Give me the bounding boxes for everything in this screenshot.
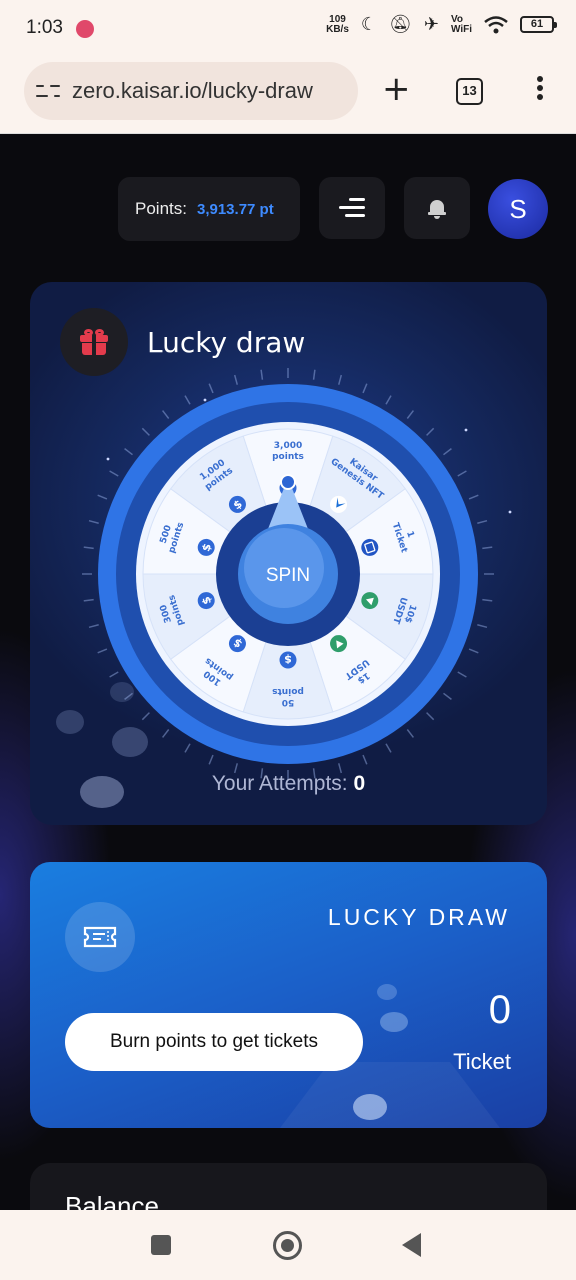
lucky-draw-card: 3,000points$KaisarGenesis NFT1Ticket10$U… bbox=[30, 282, 547, 825]
vowifi-indicator: Vo WiFi bbox=[450, 13, 472, 35]
status-icons: 109 KB/s ☾ 🔕︎ ✈ Vo WiFi 61 bbox=[326, 13, 557, 35]
ticket-card: LUCKY DRAW Burn points to get tickets 0 … bbox=[30, 862, 547, 1128]
segment-line2: points bbox=[272, 452, 304, 462]
notification-app-icon bbox=[76, 20, 94, 38]
moon-icon: ☾ bbox=[360, 14, 378, 34]
wifi-icon bbox=[484, 15, 508, 33]
notifications-button[interactable] bbox=[404, 177, 470, 239]
address-bar[interactable]: zero.kaisar.io/lucky-draw bbox=[24, 62, 358, 120]
status-time: 1:03 bbox=[26, 17, 63, 38]
menu-icon bbox=[339, 198, 365, 218]
bell-off-icon: 🔕︎ bbox=[389, 14, 412, 34]
attempts-text: Your Attempts: 0 bbox=[30, 772, 547, 796]
airplane-icon: ✈ bbox=[423, 14, 439, 34]
attempts-value: 0 bbox=[353, 772, 366, 795]
lucky-draw-title: Lucky draw bbox=[147, 326, 306, 359]
ticket-icon bbox=[83, 926, 117, 948]
site-settings-icon[interactable] bbox=[36, 81, 60, 101]
network-speed: 109 KB/s bbox=[326, 13, 349, 35]
gift-icon-badge bbox=[60, 308, 128, 376]
back-button[interactable] bbox=[402, 1233, 421, 1257]
browser-menu-button[interactable] bbox=[534, 76, 546, 106]
user-avatar[interactable]: S bbox=[488, 179, 548, 239]
menu-button[interactable] bbox=[319, 177, 385, 239]
bell-icon bbox=[428, 198, 446, 219]
points-display: Points: 3,913.77 pt bbox=[118, 177, 300, 241]
new-tab-button[interactable]: + bbox=[382, 72, 411, 106]
home-button[interactable] bbox=[273, 1231, 302, 1260]
segment-line1: 50 bbox=[282, 697, 295, 707]
browser-toolbar: zero.kaisar.io/lucky-draw + 13 bbox=[0, 58, 576, 134]
segment-line2: points bbox=[272, 686, 304, 696]
tab-switcher-button[interactable]: 13 bbox=[456, 78, 483, 105]
gift-icon bbox=[80, 329, 108, 355]
ticket-icon-badge bbox=[65, 902, 135, 972]
spin-label[interactable]: SPIN bbox=[266, 565, 310, 586]
segment-line1: 3,000 bbox=[274, 441, 302, 451]
burn-points-button[interactable]: Burn points to get tickets bbox=[65, 1013, 363, 1071]
recents-button[interactable] bbox=[151, 1235, 171, 1255]
url-text[interactable]: zero.kaisar.io/lucky-draw bbox=[72, 78, 313, 104]
balance-card: Balance bbox=[30, 1163, 547, 1210]
attempts-label: Your Attempts: bbox=[211, 772, 348, 795]
ticket-count: 0 bbox=[488, 988, 511, 1032]
battery-indicator: 61 bbox=[520, 16, 557, 33]
ticket-unit-label: Ticket bbox=[453, 1049, 511, 1074]
ticket-card-title: LUCKY DRAW bbox=[327, 904, 510, 930]
points-value: 3,913.77 pt bbox=[196, 200, 274, 218]
status-bar: 1:03 109 KB/s ☾ 🔕︎ ✈ Vo WiFi 61 bbox=[0, 0, 576, 58]
dollar-sign: $ bbox=[284, 653, 292, 666]
page-content: Points: 3,913.77 pt S 3,000points$Kaisar… bbox=[0, 135, 576, 1210]
balance-title: Balance bbox=[65, 1191, 159, 1210]
system-nav-bar bbox=[0, 1210, 576, 1280]
points-label: Points: bbox=[135, 199, 187, 218]
